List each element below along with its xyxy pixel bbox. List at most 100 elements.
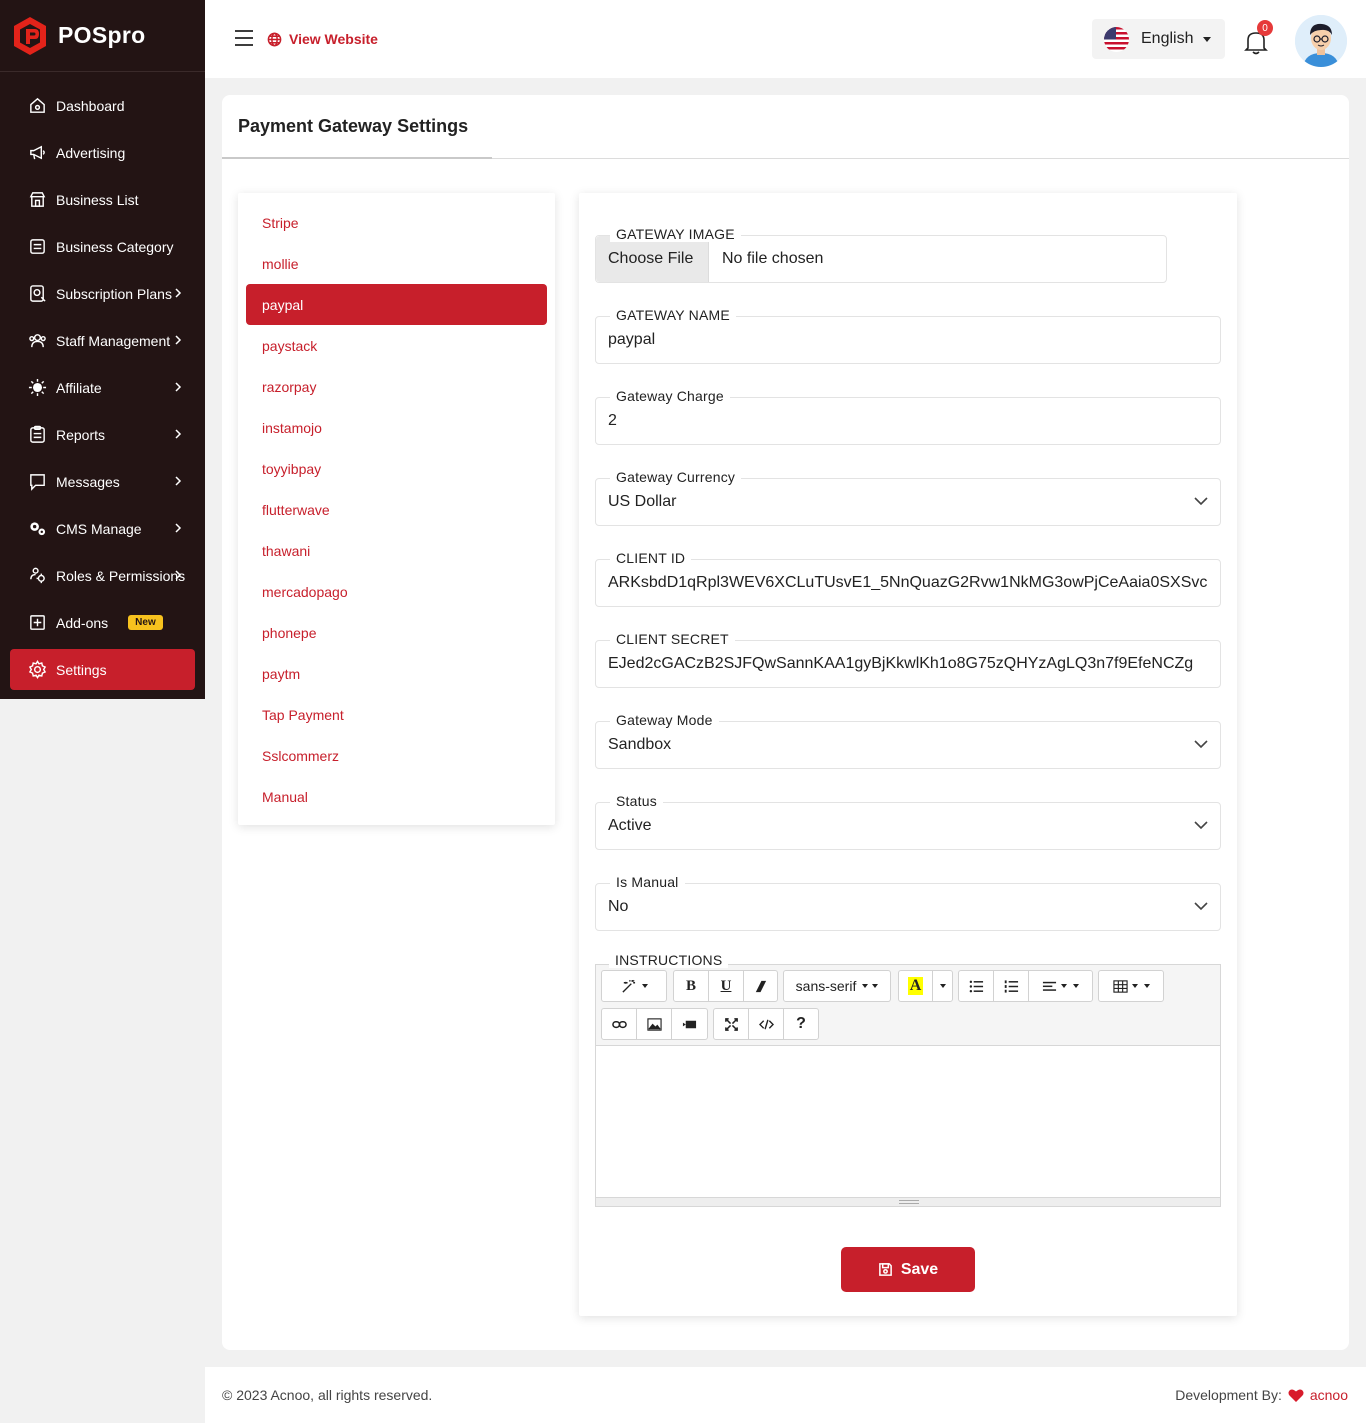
sidebar-item-cms-manage[interactable]: CMS Manage bbox=[10, 508, 195, 549]
client-secret-input[interactable]: EJed2cGACzB2SJFQwSannKAA1gyBjKkwlKh1o8G7… bbox=[608, 655, 1208, 673]
select-value: US Dollar bbox=[608, 493, 677, 510]
sidebar-item-business-category[interactable]: Business Category bbox=[10, 226, 195, 267]
client-id-input[interactable]: ARKsbdD1qRpl3WEV6XCLuTUsvE1_5NnQuazG2Rvw… bbox=[608, 574, 1208, 592]
video-icon bbox=[682, 1020, 697, 1028]
gateway-charge-field[interactable]: Gateway Charge 2 bbox=[595, 388, 1221, 445]
gateway-item-instamojo[interactable]: instamojo bbox=[246, 407, 547, 448]
toolbar-paragraph-group bbox=[958, 970, 1093, 1002]
client-id-field[interactable]: CLIENT ID ARKsbdD1qRpl3WEV6XCLuTUsvE1_5N… bbox=[595, 550, 1221, 607]
field-label: INSTRUCTIONS bbox=[609, 952, 729, 968]
gateway-name-field[interactable]: GATEWAY NAME paypal bbox=[595, 307, 1221, 364]
chevron-right-icon bbox=[175, 523, 182, 533]
gateway-item-mercadopago[interactable]: mercadopago bbox=[246, 571, 547, 612]
gateway-item-paystack[interactable]: paystack bbox=[246, 325, 547, 366]
gateway-item-stripe[interactable]: Stripe bbox=[246, 202, 547, 243]
brand[interactable]: POSpro bbox=[0, 0, 205, 72]
caret-down-icon bbox=[1203, 36, 1212, 42]
is-manual-select[interactable]: Is Manual No bbox=[595, 874, 1221, 931]
sidebar-item-staff-management[interactable]: Staff Management bbox=[10, 320, 195, 361]
gateway-charge-input[interactable]: 2 bbox=[608, 412, 1208, 430]
dev-by-label: Development By: bbox=[1175, 1387, 1282, 1403]
megaphone-icon bbox=[27, 143, 47, 163]
divider-accent bbox=[222, 157, 492, 159]
view-website-link[interactable]: View Website bbox=[267, 31, 378, 47]
caret-down-icon bbox=[1061, 984, 1067, 988]
status-select[interactable]: Status Active bbox=[595, 793, 1221, 850]
underline-button[interactable]: U bbox=[709, 971, 744, 1001]
user-avatar[interactable] bbox=[1295, 15, 1347, 67]
field-label: Status bbox=[610, 793, 663, 809]
field-label: CLIENT SECRET bbox=[610, 631, 735, 647]
insert-link-button[interactable] bbox=[602, 1009, 637, 1039]
plus-square-icon bbox=[27, 613, 47, 633]
fullscreen-button[interactable] bbox=[714, 1009, 749, 1039]
top-header: View Website English 0 bbox=[205, 0, 1366, 78]
gateway-item-toyyibpay[interactable]: toyyibpay bbox=[246, 448, 547, 489]
bold-button[interactable]: B bbox=[674, 971, 709, 1001]
gateway-item-flutterwave[interactable]: flutterwave bbox=[246, 489, 547, 530]
save-icon bbox=[878, 1263, 892, 1276]
clear-format-button[interactable] bbox=[744, 971, 777, 1001]
avatar-illustration-icon bbox=[1295, 15, 1347, 67]
table-dropdown-button[interactable] bbox=[1099, 971, 1163, 1001]
gateway-item-sslcommerz[interactable]: Sslcommerz bbox=[246, 735, 547, 776]
gateway-mode-select[interactable]: Gateway Mode Sandbox bbox=[595, 712, 1221, 769]
field-label: CLIENT ID bbox=[610, 550, 692, 566]
home-icon bbox=[27, 96, 47, 116]
sidebar-item-add-ons[interactable]: Add-ons New bbox=[10, 602, 195, 643]
page-title: Payment Gateway Settings bbox=[238, 116, 469, 136]
users-icon bbox=[27, 331, 47, 351]
gateway-item-mollie[interactable]: mollie bbox=[246, 243, 547, 284]
ordered-list-button[interactable] bbox=[994, 971, 1029, 1001]
instructions-editor-area[interactable] bbox=[596, 1047, 1220, 1197]
magic-style-button[interactable] bbox=[602, 971, 666, 1001]
globe-icon bbox=[267, 32, 282, 46]
sidebar-item-label: Dashboard bbox=[56, 97, 125, 114]
sidebar-item-dashboard[interactable]: Dashboard bbox=[10, 85, 195, 126]
footer: © 2023 Acnoo, all rights reserved. Devel… bbox=[205, 1367, 1366, 1423]
gateway-item-manual[interactable]: Manual bbox=[246, 776, 547, 817]
gateway-item-razorpay[interactable]: razorpay bbox=[246, 366, 547, 407]
code-view-button[interactable] bbox=[749, 1009, 784, 1039]
toolbar-table-group bbox=[1098, 970, 1164, 1002]
gateway-item-tap-payment[interactable]: Tap Payment bbox=[246, 694, 547, 735]
sidebar-item-label: Messages bbox=[56, 473, 120, 490]
hamburger-menu-icon[interactable] bbox=[234, 29, 254, 47]
insert-video-button[interactable] bbox=[672, 1009, 707, 1039]
language-selector[interactable]: English bbox=[1092, 19, 1225, 59]
sidebar-item-affiliate[interactable]: Affiliate bbox=[10, 367, 195, 408]
payment-gateway-card: Payment Gateway Settings Stripe mollie p… bbox=[222, 95, 1349, 1350]
developer-link[interactable]: acnoo bbox=[1310, 1387, 1348, 1403]
text-color-button[interactable]: A bbox=[899, 971, 933, 1001]
gateway-currency-select[interactable]: Gateway Currency US Dollar bbox=[595, 469, 1221, 526]
gateway-image-field[interactable]: Choose File No file chosen GATEWAY IMAGE bbox=[595, 226, 1167, 283]
help-button[interactable]: ? bbox=[784, 1009, 818, 1039]
sidebar-item-messages[interactable]: Messages bbox=[10, 461, 195, 502]
sidebar-item-label: Advertising bbox=[56, 144, 126, 161]
sidebar-item-advertising[interactable]: Advertising bbox=[10, 132, 195, 173]
color-dropdown-button[interactable] bbox=[933, 971, 952, 1001]
unordered-list-button[interactable] bbox=[959, 971, 994, 1001]
gateway-item-thawani[interactable]: thawani bbox=[246, 530, 547, 571]
gateway-item-paytm[interactable]: paytm bbox=[246, 653, 547, 694]
insert-image-button[interactable] bbox=[637, 1009, 672, 1039]
message-icon bbox=[27, 472, 47, 492]
gateway-item-phonepe[interactable]: phonepe bbox=[246, 612, 547, 653]
sidebar-item-label: Affiliate bbox=[56, 379, 102, 396]
client-secret-field[interactable]: CLIENT SECRET EJed2cGACzB2SJFQwSannKAA1g… bbox=[595, 631, 1221, 688]
sidebar-item-settings[interactable]: Settings bbox=[10, 649, 195, 690]
sidebar-item-roles-permissions[interactable]: Roles & Permissions bbox=[10, 555, 195, 596]
sidebar-item-business-list[interactable]: Business List bbox=[10, 179, 195, 220]
gateway-name-input[interactable]: paypal bbox=[608, 331, 1208, 349]
choose-file-button[interactable]: Choose File bbox=[596, 236, 709, 282]
save-button[interactable]: Save bbox=[841, 1247, 975, 1292]
font-name-dropdown[interactable]: sans-serif bbox=[784, 971, 890, 1001]
store-icon bbox=[27, 190, 47, 210]
sidebar-item-subscription-plans[interactable]: Subscription Plans bbox=[10, 273, 195, 314]
magic-wand-icon bbox=[621, 979, 635, 993]
editor-resize-handle[interactable] bbox=[596, 1197, 1220, 1206]
gateway-item-paypal[interactable]: paypal bbox=[246, 284, 547, 325]
align-dropdown-button[interactable] bbox=[1029, 971, 1092, 1001]
brand-logo-icon bbox=[14, 16, 46, 55]
sidebar-item-reports[interactable]: Reports bbox=[10, 414, 195, 455]
